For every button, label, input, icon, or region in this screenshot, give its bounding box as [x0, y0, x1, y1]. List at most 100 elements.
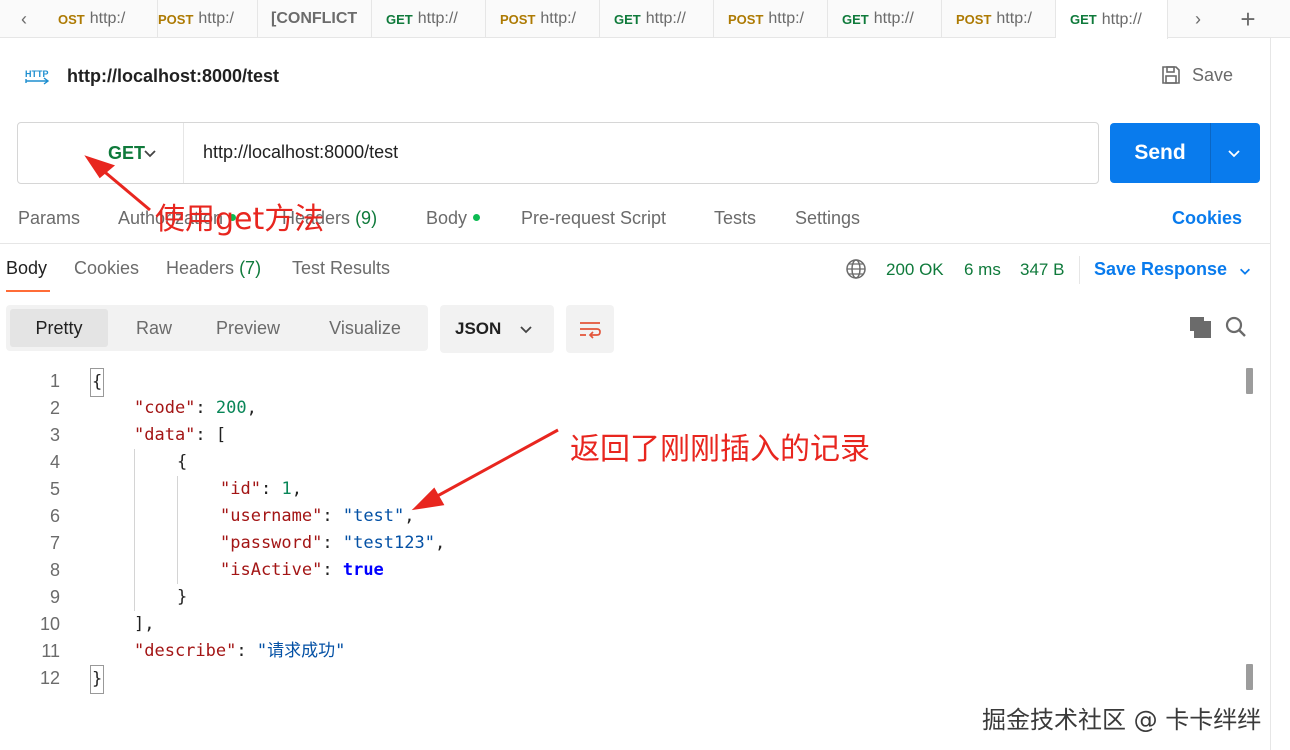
tab-method: POST: [728, 11, 764, 27]
tab-url: http:/: [996, 10, 1032, 27]
view-mode-preview[interactable]: Preview: [198, 309, 298, 347]
tab-settings[interactable]: Settings: [795, 208, 860, 229]
code-line: 2 "code": 200,: [0, 395, 1240, 422]
save-button[interactable]: Save: [1160, 62, 1233, 88]
request-tab-strip: ‹ OST http:/ POST http:/ [CONFLICT GET http…: [0, 0, 1290, 39]
tab-body-label: Body: [426, 208, 468, 228]
request-tab[interactable]: OST http:/: [44, 0, 158, 38]
tab-url: http://: [645, 10, 686, 27]
send-button[interactable]: Send: [1110, 123, 1260, 183]
new-tab-plus-icon[interactable]: +: [1228, 0, 1268, 38]
view-mode-visualize[interactable]: Visualize: [306, 309, 424, 347]
response-time[interactable]: 6 ms: [964, 260, 1001, 280]
line-number: 9: [49, 587, 60, 607]
tab-tests[interactable]: Tests: [714, 208, 756, 229]
annotation-get-method: 使用get方法: [155, 202, 325, 237]
status-dot: [473, 213, 481, 221]
tab-method: POST: [500, 11, 536, 27]
format-select[interactable]: JSON: [440, 305, 554, 353]
json-string: "test123": [342, 533, 435, 553]
response-tab-test-results[interactable]: Test Results: [292, 258, 390, 279]
copy-icon[interactable]: [1188, 315, 1212, 339]
tab-prerequest-script[interactable]: Pre-request Script: [521, 208, 666, 229]
search-icon[interactable]: [1225, 316, 1247, 338]
line-number: 12: [39, 668, 60, 688]
save-response-button[interactable]: Save Response: [1094, 259, 1227, 280]
chevron-right-icon[interactable]: ›: [1178, 0, 1218, 38]
line-number: 4: [49, 452, 60, 472]
tab-method: GET: [614, 11, 641, 27]
http-request-icon: HTTP: [25, 69, 50, 85]
status-divider: [1079, 256, 1080, 284]
cookies-link[interactable]: Cookies: [1172, 208, 1242, 229]
json-string: "test": [342, 506, 405, 526]
json-number: 200: [215, 398, 247, 418]
request-tab[interactable]: GET http://: [828, 0, 942, 38]
code-line: 8 "isActive": true: [0, 557, 1240, 584]
request-title[interactable]: http://localhost:8000/test: [67, 66, 279, 87]
view-mode-pretty[interactable]: Pretty: [10, 309, 108, 347]
tab-url: http://: [1101, 10, 1142, 28]
json-key: "describe": [134, 641, 237, 661]
headers-count: (9): [355, 208, 378, 228]
response-tab-headers[interactable]: Headers (7): [166, 258, 261, 279]
line-number: 1: [49, 371, 60, 391]
code-line: 12}: [0, 665, 1240, 694]
tab-method: GET: [386, 11, 413, 27]
request-tab[interactable]: GET http://: [600, 0, 714, 38]
chevron-down-icon: [144, 150, 156, 158]
tab-url: [CONFLICT: [271, 10, 358, 27]
method-select[interactable]: GET: [18, 123, 184, 183]
view-mode-selector: Pretty Raw Preview Visualize: [6, 305, 428, 351]
view-mode-raw[interactable]: Raw: [112, 309, 196, 347]
tab-method: POST: [158, 11, 194, 27]
url-input[interactable]: http://localhost:8000/test: [203, 142, 398, 163]
chevron-down-icon: [520, 326, 532, 334]
json-key: "code": [134, 398, 196, 418]
wrap-lines-button[interactable]: [566, 305, 614, 353]
code-text: "password": "test123",: [220, 533, 446, 553]
request-tab[interactable]: [CONFLICT: [258, 0, 372, 38]
response-tab-body[interactable]: Body: [6, 258, 47, 279]
request-tab[interactable]: GET http://: [372, 0, 486, 38]
line-number: 3: [49, 425, 60, 445]
section-divider: [0, 243, 1270, 244]
line-number: 2: [49, 398, 60, 418]
request-tab[interactable]: POST http:/: [144, 0, 258, 38]
code-line: 11 "describe": "请求成功": [0, 638, 1240, 665]
json-punct: [: [215, 425, 227, 445]
code-line: 5 "id": 1,: [0, 476, 1240, 503]
scrollbar-thumb[interactable]: [1246, 368, 1253, 394]
tab-params[interactable]: Params: [18, 208, 80, 229]
method-value: GET: [108, 142, 146, 163]
response-size[interactable]: 347 B: [1020, 260, 1064, 280]
globe-icon[interactable]: [845, 258, 867, 280]
json-key: "isActive": [220, 560, 323, 580]
tab-url: http://: [873, 10, 914, 27]
save-label: Save: [1192, 64, 1234, 85]
code-text: "describe": "请求成功": [134, 641, 346, 661]
active-tab-underline: [6, 290, 50, 292]
code-text: "data": [: [134, 425, 227, 445]
annotation-returned-record: 返回了刚刚插入的记录: [570, 432, 870, 467]
tab-method: GET: [842, 11, 869, 27]
request-tab[interactable]: POST http:/: [486, 0, 600, 38]
request-tab-active[interactable]: GET http://: [1056, 0, 1168, 39]
request-tab[interactable]: POST http:/: [942, 0, 1056, 38]
tab-url: http://: [417, 10, 458, 27]
watermark: 掘金技术社区 @ 卡卡绊绊: [982, 706, 1262, 734]
code-token: {: [90, 368, 105, 397]
json-key: "username": [220, 506, 323, 526]
tab-url: http:/: [89, 10, 126, 27]
scrollbar-thumb[interactable]: [1246, 664, 1253, 690]
tab-body[interactable]: Body: [426, 208, 481, 229]
request-tab[interactable]: POST http:/: [714, 0, 828, 38]
chevron-down-icon[interactable]: [1226, 145, 1242, 161]
chevron-left-icon[interactable]: ‹: [4, 0, 44, 38]
tab-method: GET: [1070, 12, 1097, 27]
chevron-down-icon[interactable]: [1238, 264, 1252, 278]
json-key: "id": [220, 479, 261, 499]
status-code[interactable]: 200 OK: [886, 260, 944, 280]
code-text: "code": 200,: [134, 398, 257, 418]
response-tab-cookies[interactable]: Cookies: [74, 258, 139, 279]
